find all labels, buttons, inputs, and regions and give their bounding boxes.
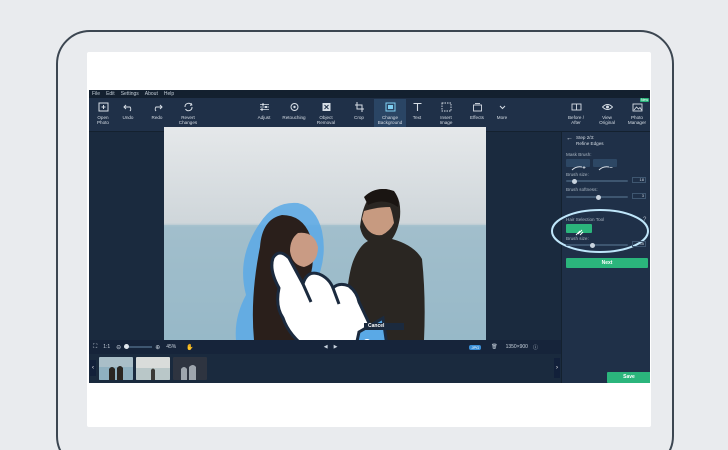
format-badge: JPG [469, 344, 482, 350]
hair-brush-size-slider[interactable] [566, 242, 628, 248]
adjust-icon [258, 101, 270, 113]
open-photo-button[interactable]: Open Photo [89, 99, 117, 131]
highlight-ellipse [551, 209, 649, 253]
redo-icon [151, 101, 163, 113]
photo-manager-icon [631, 101, 643, 113]
more-icon [496, 101, 508, 113]
undo-label: Undo [122, 115, 134, 120]
filmstrip-thumbnail[interactable] [136, 357, 170, 380]
filmstrip-left-arrow[interactable]: ‹ [90, 360, 96, 376]
menu-file[interactable]: File [92, 90, 100, 98]
refine-edges-panel: ← Step 2/3: Refine Edges Mask Brush: Bru… [551, 132, 650, 383]
image-dimensions: 1350×900 [505, 344, 528, 350]
step-title: Step 2/3: [576, 135, 595, 140]
undo-button[interactable]: Undo [114, 99, 142, 131]
menu-edit[interactable]: Edit [106, 90, 115, 98]
previous-photo-button[interactable]: ◀ [324, 344, 328, 350]
device-illustration: File Edit Settings About Help Open Photo… [0, 0, 728, 450]
help-icon[interactable]: ? [643, 217, 646, 223]
mask-brush-label: Mask Brush: [566, 152, 592, 157]
view-original-label: View Original [599, 115, 615, 125]
redo-label: Redo [151, 115, 163, 120]
menu-settings[interactable]: Settings [121, 90, 139, 98]
hair-selection-label: Hair Selection Tool [566, 217, 605, 222]
zoom-value: 45% [166, 344, 177, 350]
more-label: More [496, 115, 508, 120]
filmstrip: ‹ › [89, 354, 561, 383]
open-photo-label: Open Photo [96, 115, 109, 125]
brush-softness-value[interactable]: 3 [632, 193, 646, 199]
brush-softness-knob[interactable] [596, 194, 601, 200]
retouching-icon [288, 101, 300, 113]
photo-editor-window: File Edit Settings About Help Open Photo… [89, 90, 650, 383]
before-after-button[interactable]: Before / After [561, 99, 591, 131]
zoom-out-icon[interactable]: ⊖ [116, 344, 121, 351]
brush-size-slider[interactable] [566, 178, 628, 184]
revert-label: Revert Changes [178, 115, 198, 125]
menu-about[interactable]: About [145, 90, 158, 98]
brush-size-label: Brush size: [566, 172, 589, 177]
hair-selection-tool-button[interactable] [566, 224, 592, 236]
zoom-slider[interactable] [124, 344, 153, 349]
cancel-label: Cancel [368, 323, 385, 329]
brush-size-value[interactable]: 18 [632, 177, 646, 183]
photo-manager-button[interactable]: Photo Manager New [623, 98, 650, 131]
crop-label: Crop [354, 115, 364, 120]
before-after-label: Before / After [567, 115, 585, 125]
actual-size-button[interactable]: 1:1 [103, 344, 110, 350]
text-icon [411, 101, 423, 113]
more-button[interactable]: More [488, 99, 516, 131]
zoom-in-icon[interactable]: ⊕ [155, 344, 160, 351]
filmstrip-thumbnail[interactable] [173, 357, 207, 380]
trash-icon[interactable]: 🗑 [491, 344, 497, 350]
effects-icon [471, 101, 483, 113]
new-badge: New [639, 98, 649, 102]
before-after-icon [570, 101, 582, 113]
brush-size-knob[interactable] [572, 178, 577, 184]
menu-help[interactable]: Help [164, 90, 174, 98]
filmstrip-thumbnail[interactable] [99, 357, 133, 380]
crop-icon [353, 101, 365, 113]
pan-hand-icon[interactable]: ✋ [186, 344, 193, 351]
step-subtitle: Refine Edges [576, 141, 604, 146]
change-background-label: Change Background [377, 115, 403, 125]
keep-brush-button[interactable] [566, 159, 590, 171]
object-removal-icon [320, 101, 332, 113]
next-photo-button[interactable]: ▶ [334, 344, 338, 350]
filmstrip-right-arrow[interactable]: › [554, 358, 560, 378]
view-original-button[interactable]: View Original [593, 99, 621, 131]
menu-bar: File Edit Settings About Help [89, 90, 650, 98]
brush-plus-icon [571, 166, 586, 171]
view-controls-bar: ⛶ 1:1 ⊖ ⊕ 45% ✋ ◀ ▶ JPG 🗑 1350×900 ⓘ [89, 340, 561, 354]
insert-image-icon [440, 101, 452, 113]
brush-softness-label: Brush softness: [566, 187, 598, 192]
object-removal-label: Object Removal [316, 115, 336, 125]
info-icon[interactable]: ⓘ [533, 344, 538, 351]
brush-minus-icon [598, 166, 613, 171]
photo-manager-label: Photo Manager [627, 115, 647, 125]
adjust-label: Adjust [257, 115, 271, 120]
save-button[interactable]: Save [607, 372, 650, 383]
erase-brush-button[interactable] [593, 159, 617, 171]
insert-image-label: Insert Image [439, 115, 453, 125]
retouching-label: Retouching [282, 115, 306, 120]
hair-brush-size-knob[interactable] [590, 242, 595, 248]
open-photo-icon [97, 101, 109, 113]
change-background-icon [384, 101, 396, 113]
revert-icon [182, 101, 194, 113]
brush-softness-slider[interactable] [566, 194, 628, 200]
fit-screen-icon[interactable]: ⛶ [93, 344, 97, 351]
back-arrow-icon[interactable]: ← [566, 135, 573, 142]
undo-icon [122, 101, 134, 113]
eye-icon [601, 101, 613, 113]
hair-brush-size-label: Brush size: [566, 236, 589, 241]
text-label: Text [412, 115, 422, 120]
hair-brush-size-value[interactable]: 45 [632, 241, 646, 247]
zoom-slider-knob[interactable] [124, 344, 130, 349]
effects-label: Effects [470, 115, 484, 120]
next-button[interactable]: Next [566, 258, 648, 268]
cancel-button[interactable]: Cancel [364, 323, 404, 330]
